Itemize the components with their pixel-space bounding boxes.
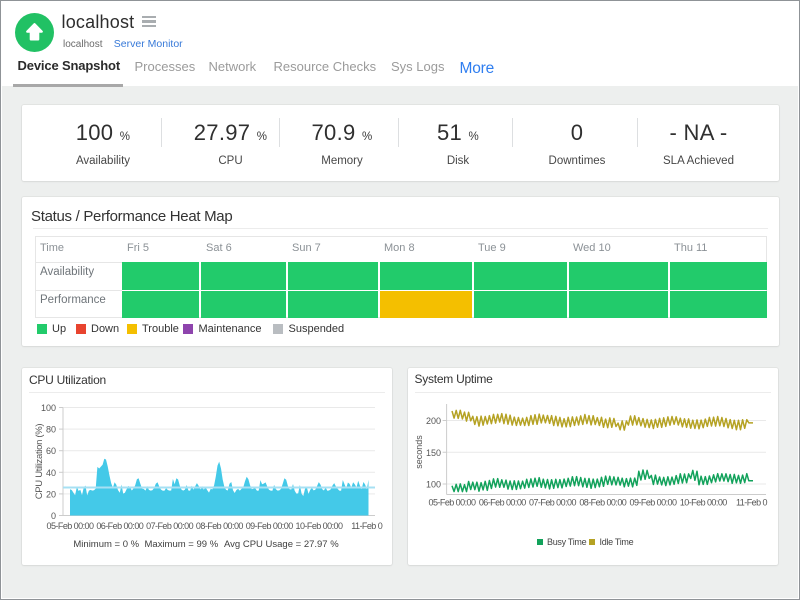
svg-text:05-Feb 00:00: 05-Feb 00:00 bbox=[429, 497, 476, 507]
svg-text:80: 80 bbox=[46, 424, 56, 434]
svg-text:05-Feb 00:00: 05-Feb 00:00 bbox=[47, 521, 94, 531]
svg-text:08-Feb 00:00: 08-Feb 00:00 bbox=[579, 497, 626, 507]
svg-text:07-Feb 00:00: 07-Feb 00:00 bbox=[529, 497, 576, 507]
svg-text:0: 0 bbox=[51, 511, 56, 521]
svg-text:10-Feb 00:00: 10-Feb 00:00 bbox=[680, 497, 727, 507]
svg-text:150: 150 bbox=[426, 447, 441, 457]
svg-text:60: 60 bbox=[46, 446, 56, 456]
svg-text:08-Feb 00:00: 08-Feb 00:00 bbox=[196, 521, 243, 531]
svg-text:07-Feb 00:00: 07-Feb 00:00 bbox=[146, 521, 193, 531]
svg-text:CPU Utilization (%): CPU Utilization (%) bbox=[34, 423, 45, 499]
svg-text:100: 100 bbox=[426, 479, 441, 489]
svg-text:11-Feb 0: 11-Feb 0 bbox=[351, 521, 382, 531]
svg-text:10-Feb 00:00: 10-Feb 00:00 bbox=[296, 521, 343, 531]
svg-text:06-Feb 00:00: 06-Feb 00:00 bbox=[479, 497, 526, 507]
svg-text:40: 40 bbox=[46, 467, 56, 477]
svg-text:100: 100 bbox=[41, 403, 56, 413]
svg-text:seconds: seconds bbox=[414, 434, 424, 468]
svg-text:06-Feb 00:00: 06-Feb 00:00 bbox=[96, 521, 143, 531]
svg-text:20: 20 bbox=[46, 489, 56, 499]
svg-text:200: 200 bbox=[426, 416, 441, 426]
svg-text:09-Feb 00:00: 09-Feb 00:00 bbox=[246, 521, 293, 531]
svg-text:09-Feb 00:00: 09-Feb 00:00 bbox=[630, 497, 677, 507]
svg-text:11-Feb 0: 11-Feb 0 bbox=[736, 497, 767, 507]
